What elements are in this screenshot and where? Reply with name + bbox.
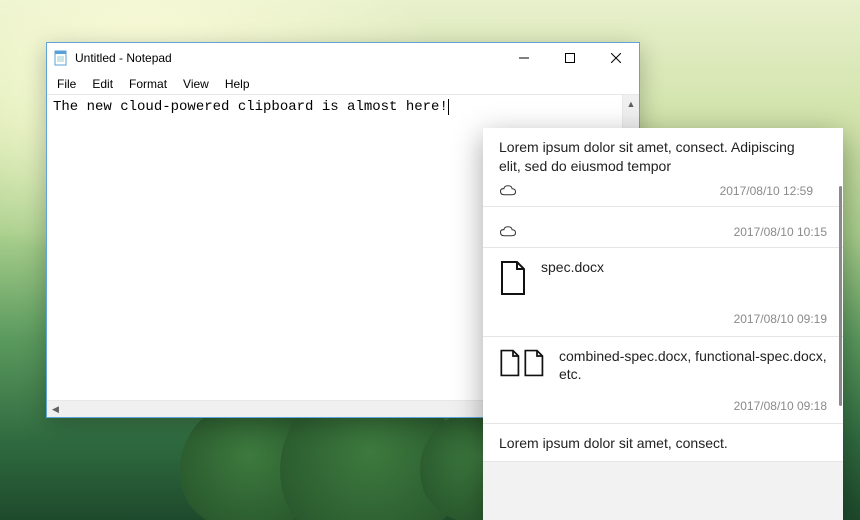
menu-file[interactable]: File: [49, 75, 84, 93]
document-icon: [499, 349, 521, 377]
menu-help[interactable]: Help: [217, 75, 258, 93]
document-icon: [499, 260, 527, 296]
menu-view[interactable]: View: [175, 75, 217, 93]
close-button[interactable]: [593, 43, 639, 73]
window-controls: [501, 43, 639, 73]
scroll-up-icon[interactable]: ▲: [623, 95, 639, 112]
cloud-icon: [499, 226, 517, 238]
clipboard-text: Lorem ipsum dolor sit amet, consect.: [499, 434, 827, 453]
clipboard-timestamp: 2017/08/10 09:18: [734, 399, 827, 413]
document-icon: [523, 349, 545, 377]
flyout-scrollbar-thumb[interactable]: [839, 186, 842, 406]
clipboard-item[interactable]: Lorem ipsum dolor sit amet, consect. Adi…: [483, 128, 843, 207]
maximize-button[interactable]: [547, 43, 593, 73]
clipboard-item[interactable]: 2017/08/10 10:15: [483, 207, 843, 248]
text-caret: [448, 99, 449, 115]
clipboard-timestamp: 2017/08/10 10:15: [734, 225, 827, 239]
clipboard-file-label: combined-spec.docx, functional-spec.docx…: [559, 347, 827, 383]
clipboard-item[interactable]: Lorem ipsum dolor sit amet, consect.: [483, 424, 843, 462]
window-title: Untitled - Notepad: [75, 51, 172, 65]
minimize-button[interactable]: [501, 43, 547, 73]
editor-content: The new cloud-powered clipboard is almos…: [53, 99, 448, 115]
menubar: File Edit Format View Help: [47, 73, 639, 94]
clipboard-item[interactable]: spec.docx 2017/08/10 09:19: [483, 248, 843, 337]
scroll-left-icon[interactable]: ◀: [47, 401, 64, 417]
clipboard-item[interactable]: combined-spec.docx, functional-spec.docx…: [483, 337, 843, 424]
clipboard-list[interactable]: Lorem ipsum dolor sit amet, consect. Adi…: [483, 128, 843, 520]
clipboard-file-label: spec.docx: [541, 258, 827, 276]
clipboard-timestamp: 2017/08/10 12:59: [720, 184, 813, 198]
clipboard-flyout: Lorem ipsum dolor sit amet, consect. Adi…: [483, 128, 843, 520]
cloud-icon: [499, 185, 517, 197]
menu-format[interactable]: Format: [121, 75, 175, 93]
notepad-icon: [53, 50, 69, 66]
titlebar[interactable]: Untitled - Notepad: [47, 43, 639, 73]
clipboard-timestamp: 2017/08/10 09:19: [734, 312, 827, 326]
clipboard-text: Lorem ipsum dolor sit amet, consect. Adi…: [499, 138, 813, 176]
menu-edit[interactable]: Edit: [84, 75, 121, 93]
